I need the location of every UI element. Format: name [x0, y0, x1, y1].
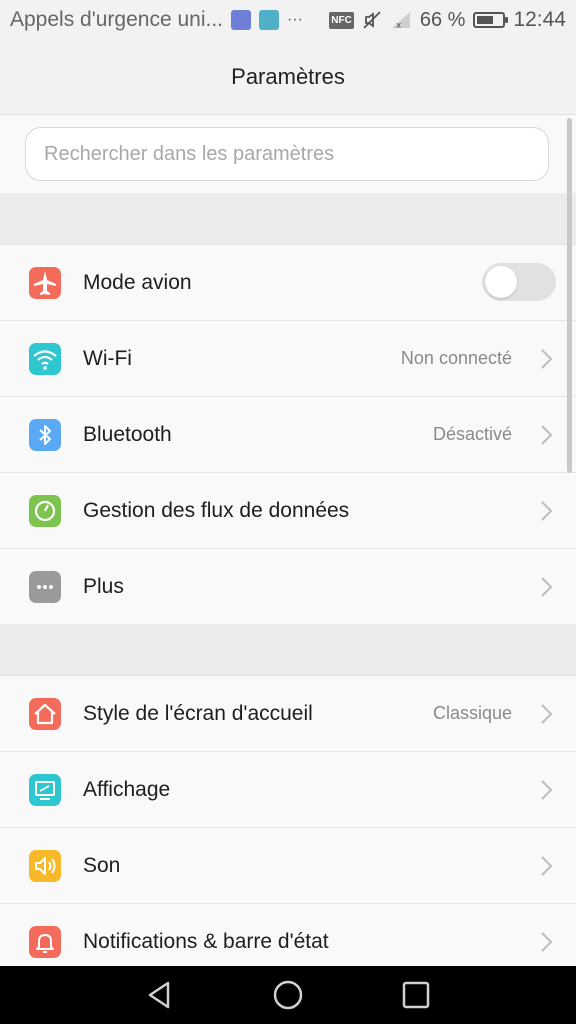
search-input[interactable]	[42, 141, 548, 167]
settings-item-gestion-des-flux-de-donnees[interactable]: Gestion des flux de données	[0, 473, 576, 549]
notification-text: Appels d'urgence uni...	[10, 8, 223, 31]
wifi-icon	[29, 343, 61, 375]
bluetooth-icon	[29, 419, 61, 451]
search-box[interactable]	[25, 127, 549, 181]
section-gap-2	[0, 624, 576, 675]
settings-item-label: Affichage	[83, 777, 171, 801]
health-app-icon	[230, 10, 251, 30]
display-icon	[29, 774, 61, 806]
settings-item-label: Notifications & barre d'état	[83, 929, 329, 953]
chevron-right-icon	[541, 501, 553, 521]
signal-icon: x	[391, 12, 410, 30]
settings-item-value: Non connecté	[400, 348, 512, 368]
chevron-right-icon	[541, 704, 553, 724]
mute-icon	[363, 11, 381, 29]
home-icon	[29, 698, 61, 730]
settings-item-mode-avion[interactable]: Mode avion	[0, 245, 576, 321]
airplane-icon	[29, 267, 61, 299]
chevron-right-icon	[541, 577, 553, 597]
title-bar: Paramètres	[0, 40, 576, 114]
settings-group-connectivity: Mode avion Wi-Fi Non connecté Bluetooth Désa…	[0, 244, 576, 624]
airplane-mode-toggle[interactable]	[482, 263, 556, 301]
settings-item-bluetooth[interactable]: Bluetooth Désactivé	[0, 397, 576, 473]
settings-item-style-de-l-ecran-d-accueil[interactable]: Style de l'écran d'accueil Classique	[0, 676, 576, 752]
clock: 12:44	[513, 8, 566, 31]
chevron-right-icon	[541, 856, 553, 876]
svg-text:x: x	[396, 21, 402, 30]
home-button-icon[interactable]	[272, 979, 304, 1011]
chevron-right-icon	[541, 349, 553, 369]
gallery-app-icon	[258, 10, 279, 30]
settings-item-son[interactable]: Son	[0, 828, 576, 904]
chevron-right-icon	[541, 932, 553, 952]
section-gap-1	[0, 193, 576, 244]
chevron-right-icon	[541, 780, 553, 800]
settings-item-label: Son	[83, 853, 121, 877]
more-icon	[29, 571, 61, 603]
battery-percent: 66 %	[419, 8, 466, 31]
settings-item-affichage[interactable]: Affichage	[0, 752, 576, 828]
data-usage-icon	[29, 495, 61, 527]
settings-item-value: Classique	[432, 703, 512, 723]
status-bar: Appels d'urgence uni... ··· NFC x 66 % 1…	[0, 0, 576, 40]
settings-item-label: Style de l'écran d'accueil	[83, 701, 313, 725]
back-icon[interactable]	[144, 979, 176, 1011]
more-notifications-icon: ···	[286, 11, 303, 28]
settings-group-display: Style de l'écran d'accueil Classique Affic…	[0, 675, 576, 979]
nfc-icon: NFC	[329, 11, 354, 29]
settings-item-label: Bluetooth	[83, 422, 172, 446]
chevron-right-icon	[541, 425, 553, 445]
settings-item-value: Désactivé	[432, 424, 512, 444]
scrollbar[interactable]	[567, 118, 572, 473]
page-title: Paramètres	[231, 64, 345, 89]
settings-item-plus[interactable]: Plus	[0, 549, 576, 624]
recent-apps-icon[interactable]	[400, 979, 432, 1011]
sound-icon	[29, 850, 61, 882]
notification-bell-icon	[29, 926, 61, 958]
search-section	[0, 114, 576, 194]
battery-icon	[473, 12, 509, 28]
navigation-bar	[0, 966, 576, 1024]
settings-item-label: Mode avion	[83, 270, 192, 294]
settings-item-wi-fi[interactable]: Wi-Fi Non connecté	[0, 321, 576, 397]
settings-item-label: Plus	[83, 574, 124, 598]
toggle-knob	[485, 266, 517, 298]
settings-item-label: Wi-Fi	[83, 346, 132, 370]
settings-item-label: Gestion des flux de données	[83, 498, 350, 522]
